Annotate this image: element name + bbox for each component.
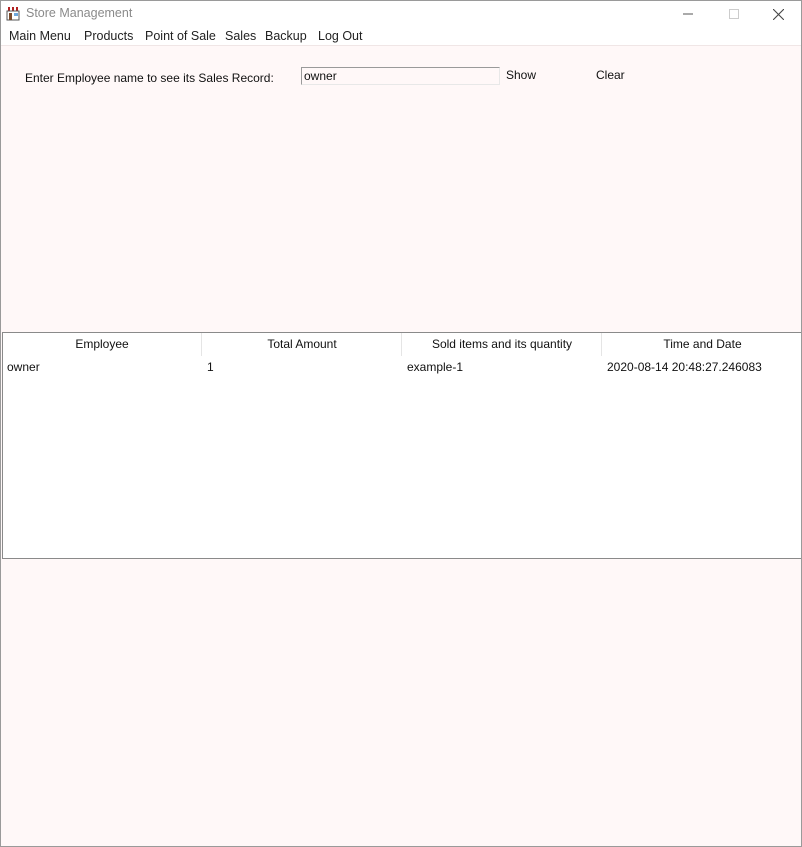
column-header-time-and-date[interactable]: Time and Date xyxy=(603,333,801,356)
sales-record-table[interactable]: Employee Total Amount Sold items and its… xyxy=(2,332,801,559)
menu-main-menu[interactable]: Main Menu xyxy=(9,29,71,43)
column-header-total-amount[interactable]: Total Amount xyxy=(203,333,402,356)
maximize-button[interactable] xyxy=(711,1,757,27)
menu-backup[interactable]: Backup xyxy=(265,29,307,43)
title-bar: Store Management xyxy=(1,1,801,27)
cell-employee: owner xyxy=(7,360,40,374)
cell-sold-items: example-1 xyxy=(407,360,464,374)
cell-time-and-date: 2020-08-14 20:48:27.246083 xyxy=(607,360,762,374)
window-title: Store Management xyxy=(26,6,133,20)
menu-sales[interactable]: Sales xyxy=(225,29,256,43)
close-button[interactable] xyxy=(755,1,801,27)
column-header-sold-items[interactable]: Sold items and its quantity xyxy=(403,333,602,356)
minimize-button[interactable] xyxy=(665,1,711,27)
table-row[interactable]: owner 1 example-1 2020-08-14 20:48:27.24… xyxy=(3,357,801,377)
store-icon xyxy=(6,7,20,21)
table-header: Employee Total Amount Sold items and its… xyxy=(3,333,801,356)
menu-products[interactable]: Products xyxy=(84,29,133,43)
menu-log-out[interactable]: Log Out xyxy=(318,29,362,43)
clear-button[interactable]: Clear xyxy=(596,68,625,82)
close-icon xyxy=(772,8,784,20)
maximize-icon xyxy=(729,9,739,19)
employee-search-label: Enter Employee name to see its Sales Rec… xyxy=(25,71,274,85)
show-button[interactable]: Show xyxy=(506,68,536,82)
employee-name-input[interactable] xyxy=(301,67,500,85)
menu-bar: Main Menu Products Point of Sale Sales B… xyxy=(1,27,801,46)
column-header-employee[interactable]: Employee xyxy=(3,333,202,356)
cell-total-amount: 1 xyxy=(207,360,214,374)
minimize-icon xyxy=(683,13,693,15)
menu-point-of-sale[interactable]: Point of Sale xyxy=(145,29,216,43)
app-window: Store Management Main Menu Products Poin… xyxy=(0,0,802,847)
